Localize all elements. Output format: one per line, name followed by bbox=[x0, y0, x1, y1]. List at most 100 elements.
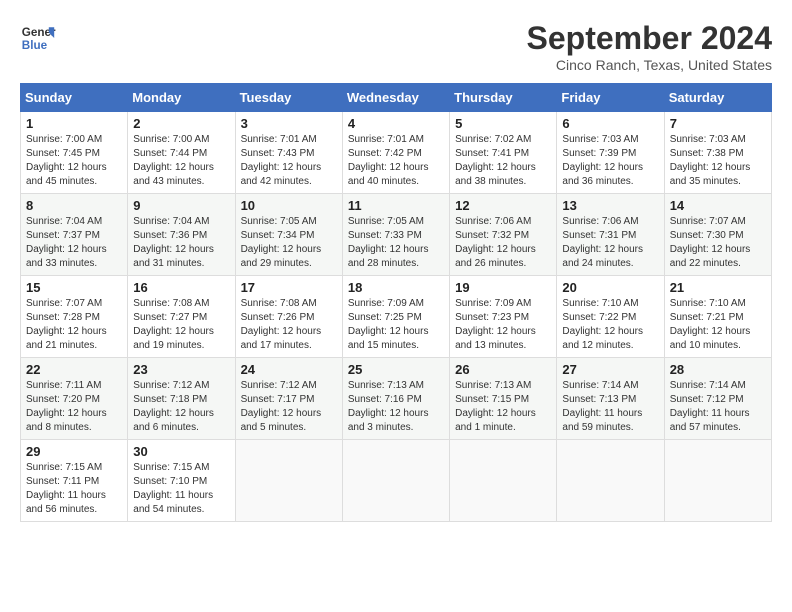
day-info: Sunrise: 7:15 AM Sunset: 7:10 PM Dayligh… bbox=[133, 461, 229, 517]
day-number: 1 bbox=[26, 116, 122, 131]
calendar-cell: 27 Sunrise: 7:14 AM Sunset: 7:13 PM Dayli… bbox=[557, 358, 664, 440]
day-number: 17 bbox=[241, 280, 337, 295]
col-wednesday: Wednesday bbox=[342, 84, 449, 112]
day-number: 2 bbox=[133, 116, 229, 131]
col-monday: Monday bbox=[128, 84, 235, 112]
calendar-cell: 1Sunrise: 7:00 AM Sunset: 7:45 PM Daylig… bbox=[21, 112, 128, 194]
day-number: 23 bbox=[133, 362, 229, 377]
day-info: Sunrise: 7:04 AM Sunset: 7:37 PM Dayligh… bbox=[26, 215, 122, 271]
day-info: Sunrise: 7:01 AM Sunset: 7:43 PM Dayligh… bbox=[241, 133, 337, 189]
page-header: General Blue September 2024 Cinco Ranch,… bbox=[20, 20, 772, 73]
calendar-cell: 4 Sunrise: 7:01 AM Sunset: 7:42 PM Daylig… bbox=[342, 112, 449, 194]
day-number: 11 bbox=[348, 198, 444, 213]
day-number: 5 bbox=[455, 116, 551, 131]
day-info: Sunrise: 7:09 AM Sunset: 7:25 PM Dayligh… bbox=[348, 297, 444, 353]
calendar-cell: 2 Sunrise: 7:00 AM Sunset: 7:44 PM Daylig… bbox=[128, 112, 235, 194]
day-info: Sunrise: 7:12 AM Sunset: 7:18 PM Dayligh… bbox=[133, 379, 229, 435]
calendar-cell bbox=[450, 440, 557, 522]
day-info: Sunrise: 7:09 AM Sunset: 7:23 PM Dayligh… bbox=[455, 297, 551, 353]
day-info: Sunrise: 7:05 AM Sunset: 7:34 PM Dayligh… bbox=[241, 215, 337, 271]
day-number: 25 bbox=[348, 362, 444, 377]
day-number: 22 bbox=[26, 362, 122, 377]
day-info: Sunrise: 7:02 AM Sunset: 7:41 PM Dayligh… bbox=[455, 133, 551, 189]
day-number: 29 bbox=[26, 444, 122, 459]
day-info: Sunrise: 7:04 AM Sunset: 7:36 PM Dayligh… bbox=[133, 215, 229, 271]
day-info: Sunrise: 7:05 AM Sunset: 7:33 PM Dayligh… bbox=[348, 215, 444, 271]
day-number: 7 bbox=[670, 116, 766, 131]
day-info: Sunrise: 7:07 AM Sunset: 7:28 PM Dayligh… bbox=[26, 297, 122, 353]
day-info: Sunrise: 7:14 AM Sunset: 7:13 PM Dayligh… bbox=[562, 379, 658, 435]
day-info: Sunrise: 7:08 AM Sunset: 7:26 PM Dayligh… bbox=[241, 297, 337, 353]
col-tuesday: Tuesday bbox=[235, 84, 342, 112]
calendar-cell bbox=[342, 440, 449, 522]
calendar-cell: 30 Sunrise: 7:15 AM Sunset: 7:10 PM Dayli… bbox=[128, 440, 235, 522]
day-number: 3 bbox=[241, 116, 337, 131]
calendar-cell bbox=[664, 440, 771, 522]
day-info: Sunrise: 7:08 AM Sunset: 7:27 PM Dayligh… bbox=[133, 297, 229, 353]
calendar-cell: 18Sunrise: 7:09 AM Sunset: 7:25 PM Dayli… bbox=[342, 276, 449, 358]
day-info: Sunrise: 7:06 AM Sunset: 7:32 PM Dayligh… bbox=[455, 215, 551, 271]
calendar-cell: 8Sunrise: 7:04 AM Sunset: 7:37 PM Daylig… bbox=[21, 194, 128, 276]
day-info: Sunrise: 7:01 AM Sunset: 7:42 PM Dayligh… bbox=[348, 133, 444, 189]
calendar-week-row: 8Sunrise: 7:04 AM Sunset: 7:37 PM Daylig… bbox=[21, 194, 772, 276]
day-number: 21 bbox=[670, 280, 766, 295]
day-info: Sunrise: 7:14 AM Sunset: 7:12 PM Dayligh… bbox=[670, 379, 766, 435]
calendar-week-row: 29 Sunrise: 7:15 AM Sunset: 7:11 PM Dayli… bbox=[21, 440, 772, 522]
day-number: 6 bbox=[562, 116, 658, 131]
calendar-cell: 11 Sunrise: 7:05 AM Sunset: 7:33 PM Dayli… bbox=[342, 194, 449, 276]
day-number: 13 bbox=[562, 198, 658, 213]
calendar-cell: 22 Sunrise: 7:11 AM Sunset: 7:20 PM Dayli… bbox=[21, 358, 128, 440]
calendar-cell: 3 Sunrise: 7:01 AM Sunset: 7:43 PM Daylig… bbox=[235, 112, 342, 194]
calendar-cell: 24Sunrise: 7:12 AM Sunset: 7:17 PM Dayli… bbox=[235, 358, 342, 440]
calendar-cell bbox=[235, 440, 342, 522]
day-info: Sunrise: 7:07 AM Sunset: 7:30 PM Dayligh… bbox=[670, 215, 766, 271]
calendar-cell: 10 Sunrise: 7:05 AM Sunset: 7:34 PM Dayli… bbox=[235, 194, 342, 276]
day-info: Sunrise: 7:00 AM Sunset: 7:44 PM Dayligh… bbox=[133, 133, 229, 189]
calendar-cell: 5 Sunrise: 7:02 AM Sunset: 7:41 PM Daylig… bbox=[450, 112, 557, 194]
day-info: Sunrise: 7:03 AM Sunset: 7:39 PM Dayligh… bbox=[562, 133, 658, 189]
day-info: Sunrise: 7:12 AM Sunset: 7:17 PM Dayligh… bbox=[241, 379, 337, 435]
day-number: 10 bbox=[241, 198, 337, 213]
day-info: Sunrise: 7:06 AM Sunset: 7:31 PM Dayligh… bbox=[562, 215, 658, 271]
day-info: Sunrise: 7:13 AM Sunset: 7:16 PM Dayligh… bbox=[348, 379, 444, 435]
calendar-cell: 16 Sunrise: 7:08 AM Sunset: 7:27 PM Dayli… bbox=[128, 276, 235, 358]
day-info: Sunrise: 7:11 AM Sunset: 7:20 PM Dayligh… bbox=[26, 379, 122, 435]
day-number: 19 bbox=[455, 280, 551, 295]
calendar-cell: 7 Sunrise: 7:03 AM Sunset: 7:38 PM Daylig… bbox=[664, 112, 771, 194]
calendar-table: Sunday Monday Tuesday Wednesday Thursday… bbox=[20, 83, 772, 522]
day-number: 20 bbox=[562, 280, 658, 295]
calendar-header-row: Sunday Monday Tuesday Wednesday Thursday… bbox=[21, 84, 772, 112]
day-number: 27 bbox=[562, 362, 658, 377]
day-number: 4 bbox=[348, 116, 444, 131]
title-section: September 2024 Cinco Ranch, Texas, Unite… bbox=[527, 20, 772, 73]
calendar-cell: 17 Sunrise: 7:08 AM Sunset: 7:26 PM Dayli… bbox=[235, 276, 342, 358]
day-info: Sunrise: 7:03 AM Sunset: 7:38 PM Dayligh… bbox=[670, 133, 766, 189]
month-title: September 2024 bbox=[527, 20, 772, 57]
day-number: 30 bbox=[133, 444, 229, 459]
day-number: 16 bbox=[133, 280, 229, 295]
day-info: Sunrise: 7:15 AM Sunset: 7:11 PM Dayligh… bbox=[26, 461, 122, 517]
calendar-cell: 6 Sunrise: 7:03 AM Sunset: 7:39 PM Daylig… bbox=[557, 112, 664, 194]
day-info: Sunrise: 7:13 AM Sunset: 7:15 PM Dayligh… bbox=[455, 379, 551, 435]
calendar-cell: 26Sunrise: 7:13 AM Sunset: 7:15 PM Dayli… bbox=[450, 358, 557, 440]
day-info: Sunrise: 7:10 AM Sunset: 7:21 PM Dayligh… bbox=[670, 297, 766, 353]
day-number: 12 bbox=[455, 198, 551, 213]
svg-text:Blue: Blue bbox=[22, 39, 48, 52]
col-thursday: Thursday bbox=[450, 84, 557, 112]
logo-icon: General Blue bbox=[20, 20, 56, 56]
calendar-cell: 29 Sunrise: 7:15 AM Sunset: 7:11 PM Dayli… bbox=[21, 440, 128, 522]
calendar-cell bbox=[557, 440, 664, 522]
calendar-week-row: 15Sunrise: 7:07 AM Sunset: 7:28 PM Dayli… bbox=[21, 276, 772, 358]
calendar-cell: 15Sunrise: 7:07 AM Sunset: 7:28 PM Dayli… bbox=[21, 276, 128, 358]
calendar-cell: 20 Sunrise: 7:10 AM Sunset: 7:22 PM Dayli… bbox=[557, 276, 664, 358]
calendar-week-row: 22 Sunrise: 7:11 AM Sunset: 7:20 PM Dayli… bbox=[21, 358, 772, 440]
day-number: 9 bbox=[133, 198, 229, 213]
calendar-cell: 25 Sunrise: 7:13 AM Sunset: 7:16 PM Dayli… bbox=[342, 358, 449, 440]
calendar-cell: 12 Sunrise: 7:06 AM Sunset: 7:32 PM Dayli… bbox=[450, 194, 557, 276]
day-number: 28 bbox=[670, 362, 766, 377]
calendar-cell: 19 Sunrise: 7:09 AM Sunset: 7:23 PM Dayli… bbox=[450, 276, 557, 358]
col-sunday: Sunday bbox=[21, 84, 128, 112]
day-info: Sunrise: 7:10 AM Sunset: 7:22 PM Dayligh… bbox=[562, 297, 658, 353]
location-title: Cinco Ranch, Texas, United States bbox=[527, 57, 772, 73]
col-friday: Friday bbox=[557, 84, 664, 112]
